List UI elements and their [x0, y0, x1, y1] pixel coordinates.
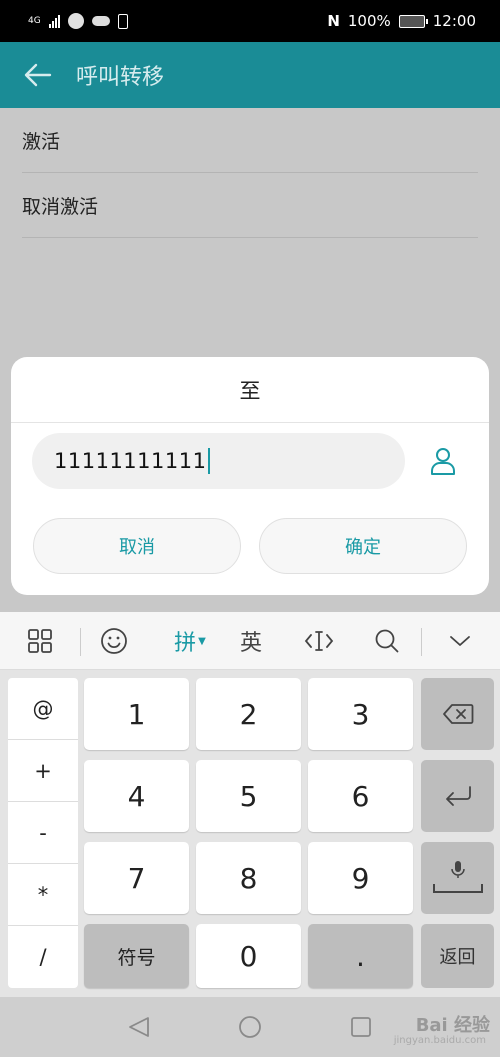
key-dot[interactable]: . — [308, 924, 413, 988]
sim-icon — [117, 13, 128, 29]
watermark-url: jingyan.baidu.com — [393, 1035, 486, 1046]
cursor-control-icon[interactable] — [294, 612, 344, 670]
status-left: 4G — [28, 13, 128, 29]
confirm-button[interactable]: 确定 — [259, 518, 467, 574]
status-bar: 4G N 100% 12:00 — [0, 0, 500, 42]
key-7[interactable]: 7 — [84, 842, 189, 914]
dialog-title: 至 — [11, 357, 489, 423]
keyboard-toolbar: 拼 ▼ 英 — [0, 612, 500, 670]
enter-key[interactable] — [421, 760, 494, 832]
key-3[interactable]: 3 — [308, 678, 413, 750]
telegram-icon — [67, 13, 84, 29]
list-item-label: 激活 — [22, 130, 61, 153]
list-item-activate[interactable]: 激活 — [22, 108, 478, 173]
app-bar: 呼叫转移 — [0, 42, 500, 108]
numeric-keyboard: @ + - * / 1 2 3 4 5 6 7 8 9 符号 0 . 返回 — [0, 670, 500, 997]
backspace-key[interactable] — [421, 678, 494, 750]
battery-icon — [398, 14, 428, 28]
english-mode-button[interactable]: 英 — [226, 612, 276, 670]
cloud-icon — [91, 16, 110, 26]
chevron-down-icon: ▼ — [198, 635, 206, 647]
key-at[interactable]: @ — [8, 678, 78, 740]
battery-percent: 100% — [347, 12, 391, 30]
key-4[interactable]: 4 — [84, 760, 189, 832]
forward-to-dialog: 至 11111111111 取消 确定 — [11, 357, 489, 595]
backspace-icon — [442, 704, 473, 724]
navigation-bar: Bai 经验 jingyan.baidu.com — [0, 997, 500, 1057]
key-2[interactable]: 2 — [196, 678, 301, 750]
phone-number-input[interactable]: 11111111111 — [32, 433, 405, 489]
key-6[interactable]: 6 — [308, 760, 413, 832]
emoji-icon[interactable] — [89, 612, 139, 670]
microphone-icon — [432, 861, 483, 893]
symbol-column: @ + - * / — [8, 678, 78, 988]
phone-number-value: 11111111111 — [54, 449, 207, 473]
key-9[interactable]: 9 — [308, 842, 413, 914]
signal-icon — [48, 14, 60, 28]
network-type: 4G — [28, 15, 41, 26]
contact-picker-icon[interactable] — [423, 441, 463, 481]
cancel-button[interactable]: 取消 — [33, 518, 241, 574]
key-slash[interactable]: / — [8, 926, 78, 988]
list-item-label: 取消激活 — [22, 195, 99, 218]
english-label: 英 — [239, 631, 262, 656]
key-5[interactable]: 5 — [196, 760, 301, 832]
back-arrow-icon[interactable] — [0, 42, 76, 108]
key-plus[interactable]: + — [8, 740, 78, 802]
search-icon[interactable] — [362, 612, 412, 670]
toolbar-divider — [80, 628, 81, 656]
status-right: N 100% 12:00 — [327, 12, 476, 30]
list-item-deactivate[interactable]: 取消激活 — [22, 173, 478, 238]
toolbar-divider — [421, 628, 422, 656]
nfc-icon: N — [327, 12, 340, 30]
key-8[interactable]: 8 — [196, 842, 301, 914]
pinyin-mode-button[interactable]: 拼 ▼ — [162, 612, 218, 670]
space-voice-key[interactable] — [421, 842, 494, 914]
nav-back-icon[interactable] — [124, 1012, 154, 1042]
key-0[interactable]: 0 — [196, 924, 301, 988]
key-1[interactable]: 1 — [84, 678, 189, 750]
nav-recents-icon[interactable] — [346, 1012, 376, 1042]
enter-icon — [445, 786, 471, 806]
watermark-logo: Bai 经验 — [415, 1015, 490, 1036]
nav-home-icon[interactable] — [235, 1012, 265, 1042]
return-key[interactable]: 返回 — [421, 924, 494, 988]
apps-grid-icon[interactable] — [15, 612, 65, 670]
symbols-key[interactable]: 符号 — [84, 924, 189, 988]
pinyin-label: 拼 — [174, 631, 197, 656]
key-minus[interactable]: - — [8, 802, 78, 864]
page-title: 呼叫转移 — [76, 65, 165, 90]
collapse-keyboard-icon[interactable] — [435, 612, 485, 670]
text-caret — [208, 448, 211, 474]
clock: 12:00 — [432, 12, 476, 30]
key-asterisk[interactable]: * — [8, 864, 78, 926]
